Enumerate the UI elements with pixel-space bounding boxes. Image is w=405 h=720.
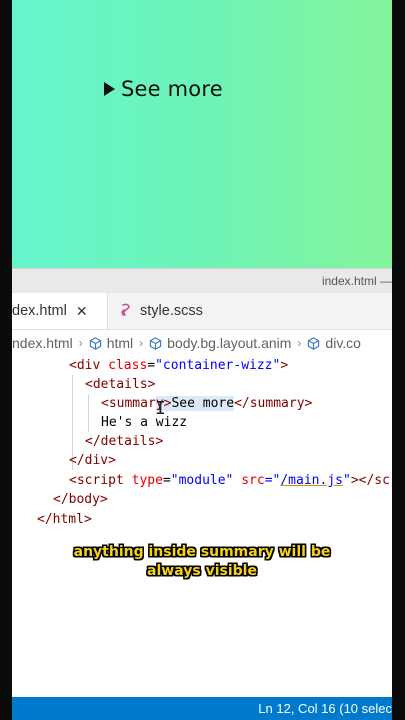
details-summary[interactable]: See more bbox=[104, 77, 223, 101]
video-caption: anything inside summary will be always v… bbox=[12, 543, 392, 581]
code-line-content[interactable]: He's a wizz bbox=[101, 413, 187, 432]
tab-label: style.scss bbox=[140, 303, 203, 319]
breadcrumb-item-div[interactable]: div.co bbox=[307, 335, 361, 351]
window-title-bar: index.html — bbox=[12, 268, 392, 294]
code-line-body-close[interactable]: </body> bbox=[53, 490, 108, 509]
chevron-right-icon: › bbox=[139, 336, 144, 350]
cursor-position[interactable]: Ln 12, Col 16 (10 selec bbox=[258, 701, 392, 716]
screen: See more index.html — dex.html ✕ style.s… bbox=[0, 0, 405, 720]
scss-icon bbox=[119, 303, 133, 320]
code-line-details-close[interactable]: </details> bbox=[85, 432, 163, 451]
left-letterbox bbox=[0, 0, 12, 720]
editor-tabs: dex.html ✕ style.scss bbox=[12, 293, 392, 330]
caption-line-1: anything inside summary will be bbox=[73, 544, 331, 560]
disclosure-triangle-icon[interactable] bbox=[104, 82, 115, 96]
code-line-details-open[interactable]: <details> bbox=[85, 375, 155, 394]
code-line-div-open[interactable]: <div class="container-wizz"> bbox=[69, 356, 288, 375]
breadcrumb-item-file[interactable]: ndex.html bbox=[12, 335, 73, 351]
code-line-script[interactable]: <script type="module" src="/main.js"></s… bbox=[69, 471, 390, 490]
window-title: index.html — bbox=[321, 274, 392, 288]
code-line-div-close[interactable]: </div> bbox=[69, 451, 116, 470]
code-line-html-close[interactable]: </html> bbox=[37, 510, 92, 529]
summary-text[interactable]: See more bbox=[121, 77, 223, 101]
browser-preview: See more bbox=[0, 0, 405, 268]
tab-style-scss[interactable]: style.scss bbox=[113, 293, 203, 329]
close-icon[interactable]: ✕ bbox=[76, 303, 88, 320]
tab-index-html[interactable]: dex.html ✕ bbox=[12, 293, 108, 329]
breadcrumb-item-html[interactable]: html bbox=[89, 335, 133, 351]
cube-icon bbox=[149, 337, 162, 350]
code-line-summary[interactable]: <summary>See more</summary> bbox=[101, 394, 312, 413]
selected-text: y>See more bbox=[155, 396, 235, 411]
caption-line-2: always visible bbox=[147, 563, 257, 579]
cube-icon bbox=[308, 337, 320, 350]
tab-label: dex.html bbox=[12, 303, 67, 319]
right-letterbox bbox=[392, 0, 405, 720]
status-bar: Ln 12, Col 16 (10 selec bbox=[12, 697, 392, 720]
cube-icon bbox=[89, 337, 101, 350]
code-editor[interactable]: <div class="container-wizz"> <details> <… bbox=[12, 356, 392, 696]
chevron-right-icon: › bbox=[297, 336, 302, 350]
breadcrumb-item-body[interactable]: body.bg.layout.anim bbox=[149, 335, 291, 351]
text-cursor-icon: I bbox=[155, 398, 166, 419]
indent-guide bbox=[88, 394, 89, 432]
breadcrumb: ndex.html › html › body.bg.layout.anim ›… bbox=[12, 330, 392, 356]
chevron-right-icon: › bbox=[78, 336, 83, 350]
